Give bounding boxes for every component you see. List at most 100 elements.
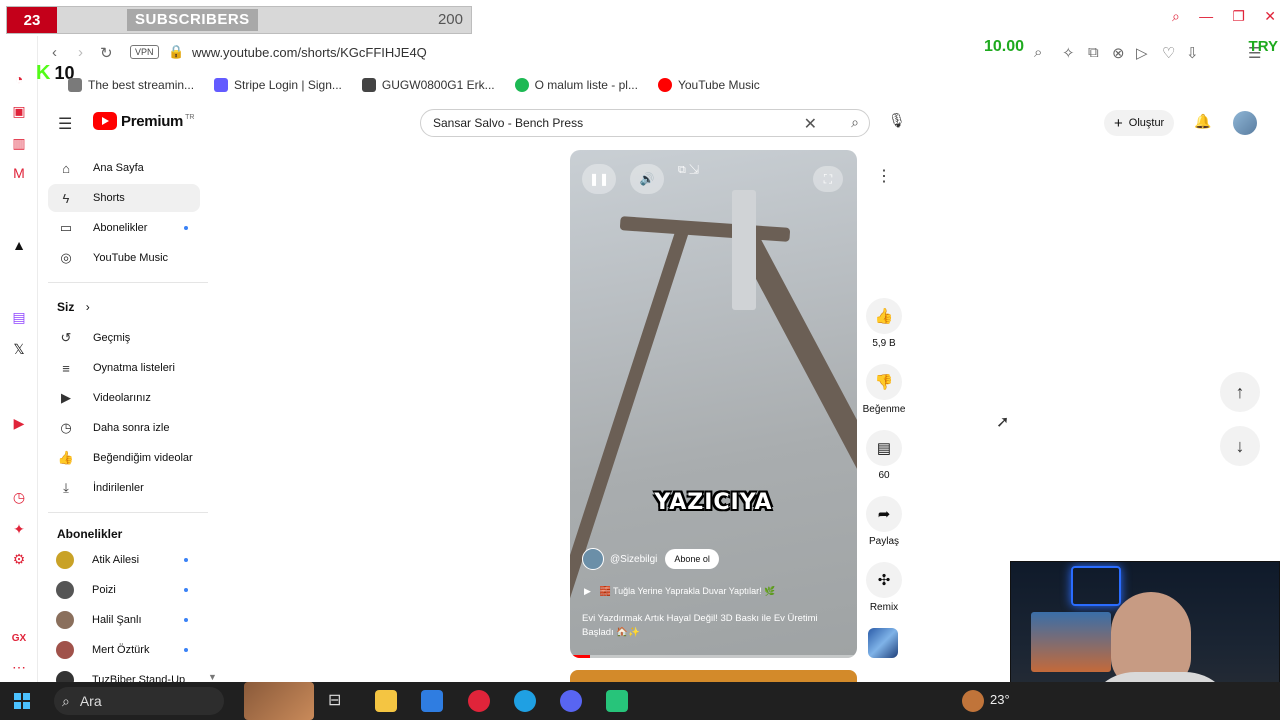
new-content-dot: [184, 558, 188, 562]
avatar[interactable]: [1233, 111, 1257, 135]
create-button[interactable]: + Oluştur: [1104, 110, 1175, 136]
weather-icon: [962, 690, 984, 712]
gx-store-icon[interactable]: ▣: [10, 102, 28, 120]
extensions-icon[interactable]: ✦: [10, 520, 28, 538]
subscriber-goal: 200: [437, 11, 463, 28]
discord-icon[interactable]: [560, 690, 582, 712]
sidebar-item-downloads[interactable]: ⤓ İndirilenler: [48, 474, 200, 502]
you-section-heading[interactable]: Siz ›: [57, 300, 90, 314]
youtube-logo[interactable]: Premium TR: [93, 112, 194, 130]
progress-bar[interactable]: [570, 655, 857, 658]
menu-icon[interactable]: ☰: [58, 114, 72, 134]
bookmark-item[interactable]: GUGW0800G1 Erk...: [361, 78, 495, 92]
subscriber-label: SUBSCRIBERS: [127, 9, 258, 31]
channel-avatar[interactable]: [582, 548, 604, 570]
taskbar-search[interactable]: ⌕ Ara: [54, 687, 224, 715]
scroll-down-icon[interactable]: ▼: [208, 672, 216, 682]
pause-button[interactable]: ❚❚: [582, 164, 616, 194]
sidebar-subscription-item[interactable]: Poizi: [48, 576, 200, 604]
downloads-icon: ⤓: [63, 480, 69, 495]
dislike-button[interactable]: 👎 Beğenme: [862, 364, 906, 415]
comments-button[interactable]: ▤ 60: [862, 430, 906, 481]
bookmark-item[interactable]: The best streamin...: [68, 78, 194, 92]
microphone-icon[interactable]: 🎙: [888, 112, 906, 129]
history-rail-icon[interactable]: ◷: [10, 488, 28, 506]
sidebar-subscription-item[interactable]: Mert Öztürk: [48, 636, 200, 664]
volume-icon: 🔊: [639, 172, 655, 186]
play-icon[interactable]: ▷: [1136, 44, 1148, 62]
sidebar-item-youtube-music[interactable]: ◎ YouTube Music: [48, 244, 200, 272]
remix-button[interactable]: ✣ Remix: [862, 562, 906, 613]
zoom-icon[interactable]: ⌕: [1034, 44, 1042, 61]
snapshot-icon[interactable]: ⧉: [1088, 44, 1099, 61]
divider: [48, 282, 208, 283]
twitch-icon[interactable]: ▤: [10, 308, 28, 326]
channel-name[interactable]: @Sizebilgi: [610, 554, 657, 565]
bell-icon[interactable]: 🔔: [1194, 113, 1211, 130]
sidebar-item-history[interactable]: ↺ Geçmiş: [48, 324, 200, 352]
store-icon[interactable]: [421, 690, 443, 712]
search-icon[interactable]: ⌕: [851, 114, 859, 131]
player-icon[interactable]: ▶: [10, 414, 28, 432]
search-input[interactable]: Sansar Salvo - Bench Press ✕ ⌕: [420, 109, 870, 137]
clear-search-icon[interactable]: ✕: [804, 114, 817, 134]
like-button[interactable]: 👍 5,9 B: [862, 298, 906, 349]
sidebar-item-home[interactable]: ⌂ Ana Sayfa: [48, 154, 200, 182]
more-options-icon[interactable]: ⋮: [868, 166, 900, 194]
sidebar-subscription-item[interactable]: Halil Şanlı: [48, 606, 200, 634]
gx-cleaner-icon[interactable]: ▥: [10, 134, 28, 152]
miniplayer-icon[interactable]: ⧉ ⇲: [678, 164, 699, 177]
bookmark-item[interactable]: YouTube Music: [657, 78, 760, 92]
task-view-icon[interactable]: ⊟: [328, 690, 350, 712]
sidebar-item-liked-videos[interactable]: 👍 Beğendiğim videolar: [48, 444, 200, 472]
settings-icon[interactable]: ⚙: [10, 550, 28, 568]
x-icon[interactable]: 𝕏: [10, 340, 28, 358]
sidebar-subscription-item[interactable]: TuzBiber Stand-Up: [48, 666, 200, 682]
file-explorer-icon[interactable]: [375, 690, 397, 712]
sidebar-item-playlists[interactable]: ≡ Oynatma listeleri: [48, 354, 200, 382]
more-icon[interactable]: ⋯: [10, 658, 28, 676]
windows-start-icon[interactable]: [14, 693, 30, 709]
sidebar-item-your-videos[interactable]: ▶ Videolarınız: [48, 384, 200, 412]
volume-button[interactable]: 🔊: [630, 164, 664, 194]
new-content-dot: [184, 648, 188, 652]
sidebar-item-subscriptions[interactable]: ▭ Abonelikler: [48, 214, 200, 242]
app-icon[interactable]: ▲: [10, 236, 28, 254]
mouse-cursor-icon: ➚: [996, 414, 1010, 431]
maximize-icon[interactable]: ❐: [1232, 8, 1245, 30]
sound-thumbnail[interactable]: [868, 628, 898, 658]
youtube-header: ☰ Premium TR Sansar Salvo - Bench Press …: [38, 100, 1280, 146]
downloads-toolbar-icon[interactable]: ⇩: [1186, 44, 1199, 62]
bookmark-item[interactable]: Stripe Login | Sign...: [214, 78, 342, 92]
forward-icon[interactable]: ›: [78, 44, 83, 61]
sidebar-item-shorts[interactable]: ϟ Shorts: [48, 184, 200, 212]
gx-control-icon[interactable]: ◔: [10, 70, 28, 88]
scroll-up-icon[interactable]: ▲: [208, 150, 216, 152]
vpn-badge[interactable]: VPN: [130, 45, 159, 59]
sidebar-subscription-item[interactable]: Atik Ailesi: [48, 546, 200, 574]
sidebar-item-watch-later[interactable]: ◷ Daha sonra izle: [48, 414, 200, 442]
bookmark-item[interactable]: O malum liste - pl...: [514, 78, 638, 92]
url-field[interactable]: www.youtube.com/shorts/KGcFFIHJE4Q: [192, 45, 427, 60]
close-icon[interactable]: ✕: [1264, 8, 1276, 30]
reload-icon[interactable]: ↻: [100, 44, 113, 62]
fullscreen-button[interactable]: ⛶: [813, 166, 843, 192]
edge-icon[interactable]: [514, 690, 536, 712]
back-icon[interactable]: ‹: [52, 44, 57, 61]
channel-avatar: [56, 611, 74, 629]
subscribe-button[interactable]: Abone ol: [665, 549, 719, 569]
app-icon[interactable]: [606, 690, 628, 712]
block-icon[interactable]: ⊗: [1112, 44, 1125, 62]
extension-icon[interactable]: ✧: [1062, 44, 1075, 62]
previous-short-button[interactable]: ↑: [1220, 372, 1260, 412]
minimize-icon[interactable]: —: [1199, 8, 1213, 30]
opera-gx-icon[interactable]: [468, 690, 490, 712]
short-video-player[interactable]: ❚❚ 🔊 ⧉ ⇲ ⛶ YAZICIYA @Sizebilgi Abone ol …: [570, 150, 857, 658]
gmail-icon[interactable]: M: [10, 164, 28, 182]
share-button[interactable]: ➦ Paylaş: [862, 496, 906, 547]
youtube-music-icon: ◎: [60, 250, 72, 265]
search-icon[interactable]: ⌕: [1172, 8, 1180, 30]
video-title[interactable]: ▶ 🧱 Tuğla Yerine Yaprakla Duvar Yaptılar…: [584, 586, 775, 597]
heart-icon[interactable]: ♡: [1162, 44, 1175, 62]
next-short-button[interactable]: ↓: [1220, 426, 1260, 466]
